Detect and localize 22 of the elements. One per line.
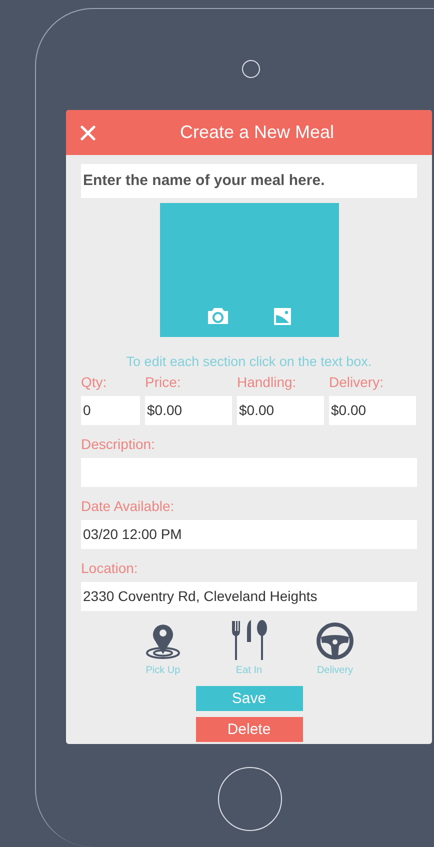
- steering-wheel-icon[interactable]: [316, 622, 354, 660]
- input-field[interactable]: 0: [81, 396, 140, 426]
- instruction-text: To edit each section click on the text box.: [125, 353, 373, 371]
- input-field[interactable]: 2330 Coventry Rd, Cleveland Heights: [81, 582, 417, 612]
- cutlery-icon[interactable]: [229, 620, 269, 660]
- field-label: Location:: [81, 560, 139, 578]
- input-field[interactable]: $0.00: [329, 396, 416, 426]
- input-field[interactable]: $0.00: [237, 396, 324, 426]
- pin-icon[interactable]: [145, 622, 181, 660]
- home-button[interactable]: [218, 767, 282, 831]
- close-icon[interactable]: [80, 125, 96, 141]
- field-label: Handling:: [237, 374, 298, 392]
- field-label: Price:: [145, 374, 182, 392]
- field-label: Delivery:: [329, 374, 384, 392]
- meal-name-field[interactable]: Enter the name of your meal here.: [81, 164, 417, 198]
- field-label: Qty:: [81, 374, 108, 392]
- camera-lens: [242, 60, 260, 78]
- field-label: Description:: [81, 436, 156, 454]
- field-label: Date Available:: [81, 498, 176, 516]
- input-field[interactable]: $0.00: [145, 396, 232, 426]
- screen-title: Create a New Meal: [180, 121, 334, 144]
- input-field[interactable]: 03/20 12:00 PM: [81, 520, 417, 550]
